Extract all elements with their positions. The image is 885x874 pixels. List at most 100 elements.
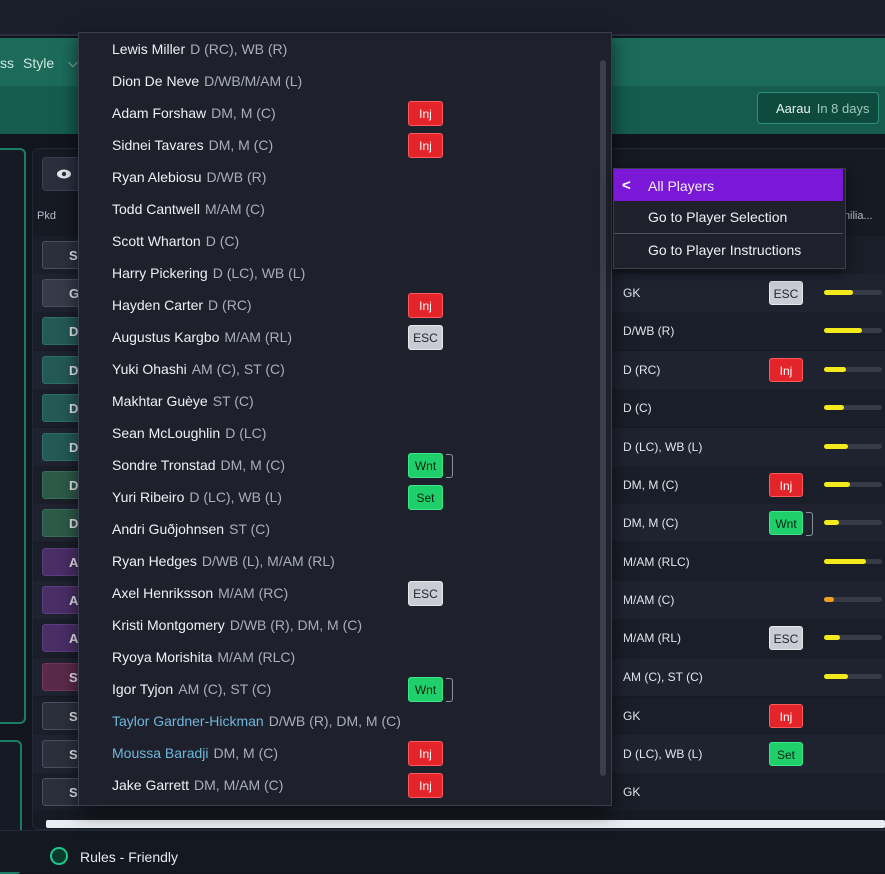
dropdown-scrollbar[interactable] (600, 60, 606, 776)
player-position: D (RC), WB (R) (190, 41, 288, 57)
chevron-down-icon[interactable]: ⌵ (68, 55, 78, 71)
row-position: M/AM (C) (623, 593, 675, 607)
player-status-badge[interactable]: ESC (408, 581, 443, 606)
player-position: ST (C) (212, 393, 254, 409)
player-option[interactable]: Sidnei Tavares DM, M (C) (112, 137, 273, 153)
player-option[interactable]: Todd Cantwell M/AM (C) (112, 201, 265, 217)
player-name: Axel Henriksson (112, 585, 214, 601)
rules-icon (50, 847, 68, 865)
status-badge[interactable]: Set (769, 742, 803, 766)
row-position: D/WB (R) (623, 324, 675, 338)
player-position: DM, M (C) (220, 457, 286, 473)
status-badge[interactable]: Inj (769, 704, 803, 728)
player-option[interactable]: Sondre Tronstad DM, M (C) (112, 457, 285, 473)
tab-partial[interactable]: ss (0, 55, 14, 71)
player-option[interactable]: Augustus Kargbo M/AM (RL) (112, 329, 292, 345)
player-option[interactable]: Ryan Hedges D/WB (L), M/AM (RL) (112, 553, 335, 569)
player-name: Jake Garrett (112, 777, 190, 793)
player-position: DM, M/AM (C) (194, 777, 284, 793)
player-position: DM, M (C) (213, 745, 279, 761)
player-status-badge[interactable]: Inj (408, 101, 443, 126)
row-position: M/AM (RLC) (623, 555, 690, 569)
row-position: D (RC) (623, 363, 661, 377)
player-status-badge[interactable]: Inj (408, 773, 443, 798)
context-menu-player-selection[interactable]: Go to Player Selection (648, 209, 787, 225)
player-position: D (RC) (208, 297, 252, 313)
player-position: D/WB (R), DM, M (C) (229, 617, 363, 633)
player-option[interactable]: Andri Guðjohnsen ST (C) (112, 521, 270, 537)
familiarity-bar (824, 367, 882, 372)
player-name: Ryoya Morishita (112, 649, 213, 665)
fixture-team: Aarau (776, 101, 811, 116)
player-position: M/AM (RC) (218, 585, 289, 601)
player-position: M/AM (RLC) (217, 649, 296, 665)
player-option[interactable]: Adam Forshaw DM, M (C) (112, 105, 276, 121)
row-position: D (LC), WB (L) (623, 747, 703, 761)
status-badge[interactable]: Inj (769, 358, 803, 382)
player-status-badge[interactable]: ESC (408, 325, 443, 350)
familiarity-bar (824, 405, 882, 410)
player-option[interactable]: Jake Garrett DM, M/AM (C) (112, 777, 283, 793)
row-position: D (C) (623, 401, 652, 415)
player-option[interactable]: Axel Henriksson M/AM (RC) (112, 585, 288, 601)
tab-style[interactable]: Style (23, 55, 54, 71)
next-fixture[interactable]: Aarau In 8 days (757, 92, 879, 124)
player-position: DM, M (C) (211, 105, 276, 121)
status-badge[interactable]: ESC (769, 626, 803, 650)
player-position: D/WB/M/AM (L) (204, 73, 303, 89)
player-name: Yuki Ohashi (112, 361, 187, 377)
player-name: Todd Cantwell (112, 201, 200, 217)
player-name: Ryan Hedges (112, 553, 197, 569)
player-name: Scott Wharton (112, 233, 201, 249)
player-option[interactable]: Ryan Alebiosu D/WB (R) (112, 169, 266, 185)
player-status-badge[interactable]: Wnt (408, 677, 443, 702)
rules-label[interactable]: Rules - Friendly (80, 849, 178, 865)
context-menu-player-instructions[interactable]: Go to Player Instructions (648, 242, 801, 258)
player-option[interactable]: Makhtar Guèye ST (C) (112, 393, 254, 409)
row-position: M/AM (RL) (623, 631, 681, 645)
familiarity-bar (824, 674, 882, 679)
player-status-badge[interactable]: Wnt (408, 453, 443, 478)
row-position: AM (C), ST (C) (623, 670, 703, 684)
player-option[interactable]: Taylor Gardner-Hickman D/WB (R), DM, M (C… (112, 713, 401, 729)
player-option[interactable]: Yuki Ohashi AM (C), ST (C) (112, 361, 285, 377)
status-badge[interactable]: Wnt (769, 511, 803, 535)
player-option[interactable]: Dion De Neve D/WB/M/AM (L) (112, 73, 302, 89)
player-option[interactable]: Kristi Montgomery D/WB (R), DM, M (C) (112, 617, 362, 633)
player-option[interactable]: Yuri Ribeiro D (LC), WB (L) (112, 489, 282, 505)
player-option[interactable]: Ryoya Morishita M/AM (RLC) (112, 649, 295, 665)
player-name: Ryan Alebiosu (112, 169, 202, 185)
player-status-badge[interactable]: Inj (408, 293, 443, 318)
player-name: Andri Guðjohnsen (112, 521, 225, 537)
player-name: Moussa Baradji (112, 745, 209, 761)
status-badge[interactable]: ESC (769, 281, 803, 305)
player-status-badge[interactable]: Inj (408, 133, 443, 158)
status-badge[interactable]: Inj (769, 473, 803, 497)
top-bar (0, 0, 885, 36)
player-name: Sean McLoughlin (112, 425, 221, 441)
player-position: D (LC) (225, 425, 267, 441)
chevron-left-icon[interactable]: < (622, 177, 631, 194)
player-option[interactable]: Lewis Miller D (RC), WB (R) (112, 41, 287, 57)
player-option[interactable]: Scott Wharton D (C) (112, 233, 239, 249)
familiarity-bar (824, 559, 882, 564)
player-position: D (C) (205, 233, 240, 249)
familiarity-bar (824, 520, 882, 525)
familiarity-bar (824, 635, 882, 640)
horizontal-scrollbar[interactable] (46, 820, 885, 828)
player-option[interactable]: Sean McLoughlin D (LC) (112, 425, 266, 441)
player-position: D (LC), WB (L) (212, 265, 306, 281)
familiarity-bar (824, 290, 882, 295)
player-name: Yuri Ribeiro (112, 489, 185, 505)
player-name: Adam Forshaw (112, 105, 207, 121)
column-header-pkd[interactable]: Pkd (37, 210, 56, 222)
player-option[interactable]: Hayden Carter D (RC) (112, 297, 252, 313)
player-position: D/WB (L), M/AM (RL) (201, 553, 335, 569)
player-option[interactable]: Moussa Baradji DM, M (C) (112, 745, 278, 761)
context-menu-all-players[interactable]: All Players (648, 178, 714, 194)
player-option[interactable]: Igor Tyjon AM (C), ST (C) (112, 681, 271, 697)
player-status-badge[interactable]: Inj (408, 741, 443, 766)
player-position: M/AM (RL) (224, 329, 293, 345)
player-status-badge[interactable]: Set (408, 485, 443, 510)
player-option[interactable]: Harry Pickering D (LC), WB (L) (112, 265, 305, 281)
